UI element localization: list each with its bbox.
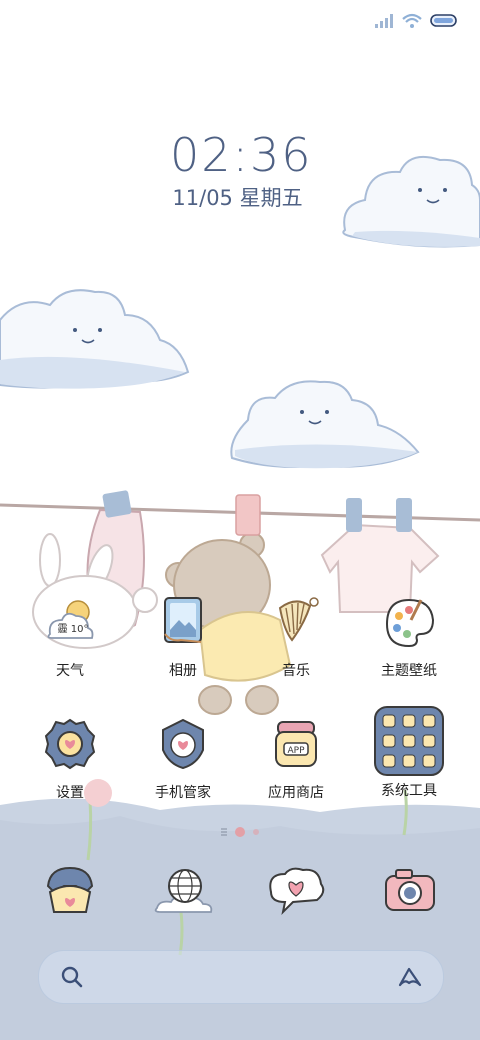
- photo-album-icon: [164, 597, 202, 643]
- phone-icon: [46, 866, 94, 913]
- app-label: 系统工具: [381, 783, 437, 799]
- app-label: 相册: [169, 663, 197, 679]
- search-bar[interactable]: [38, 950, 444, 1004]
- dock-messages[interactable]: [257, 858, 337, 922]
- weather-temperature: 10°: [70, 624, 89, 635]
- dock-camera[interactable]: [370, 858, 450, 922]
- system-tools-folder-icon: [374, 706, 444, 776]
- dock-phone[interactable]: [30, 858, 110, 922]
- search-icon[interactable]: [61, 966, 83, 988]
- browser-globe-icon: [154, 869, 213, 913]
- page-indicator-dots: [221, 827, 259, 837]
- palette-icon: [385, 598, 435, 648]
- page-indicator[interactable]: [219, 823, 263, 837]
- dock-browser[interactable]: [147, 858, 227, 922]
- app-label: 主题壁纸: [381, 663, 437, 679]
- app-store[interactable]: APP 应用商店: [241, 712, 351, 802]
- harp-music-icon: [278, 597, 319, 642]
- folder-system-tools[interactable]: 系统工具: [354, 705, 464, 800]
- app-phone-manager[interactable]: 手机管家: [128, 712, 238, 802]
- app-weather[interactable]: 霾 10° 天气: [15, 590, 125, 680]
- wifi-icon: [402, 13, 422, 28]
- settings-gear-icon: [44, 718, 96, 770]
- app-store-jar-icon: APP: [275, 721, 317, 767]
- security-shield-icon: [162, 718, 204, 770]
- app-label: 手机管家: [155, 785, 211, 801]
- app-settings[interactable]: 设置: [15, 712, 125, 802]
- status-bar: [374, 10, 458, 32]
- app-label: 天气: [56, 663, 84, 679]
- svg-text:APP: APP: [287, 746, 305, 756]
- weather-condition: 霾: [57, 624, 68, 635]
- app-music[interactable]: 音乐: [241, 590, 351, 680]
- assistant-icon[interactable]: [397, 965, 423, 989]
- app-label: 应用商店: [268, 785, 324, 801]
- messages-heart-icon: [269, 867, 325, 916]
- clock-time[interactable]: 02:36: [170, 128, 311, 182]
- signal-icon: [375, 14, 393, 28]
- app-label: 设置: [56, 785, 84, 801]
- camera-icon: [385, 869, 435, 911]
- clock-date[interactable]: 11/05 星期五: [170, 182, 305, 212]
- app-themes[interactable]: 主题壁纸: [354, 590, 464, 680]
- battery-icon: [430, 14, 457, 27]
- app-photo-album[interactable]: 相册: [128, 590, 238, 680]
- app-label: 音乐: [282, 663, 310, 679]
